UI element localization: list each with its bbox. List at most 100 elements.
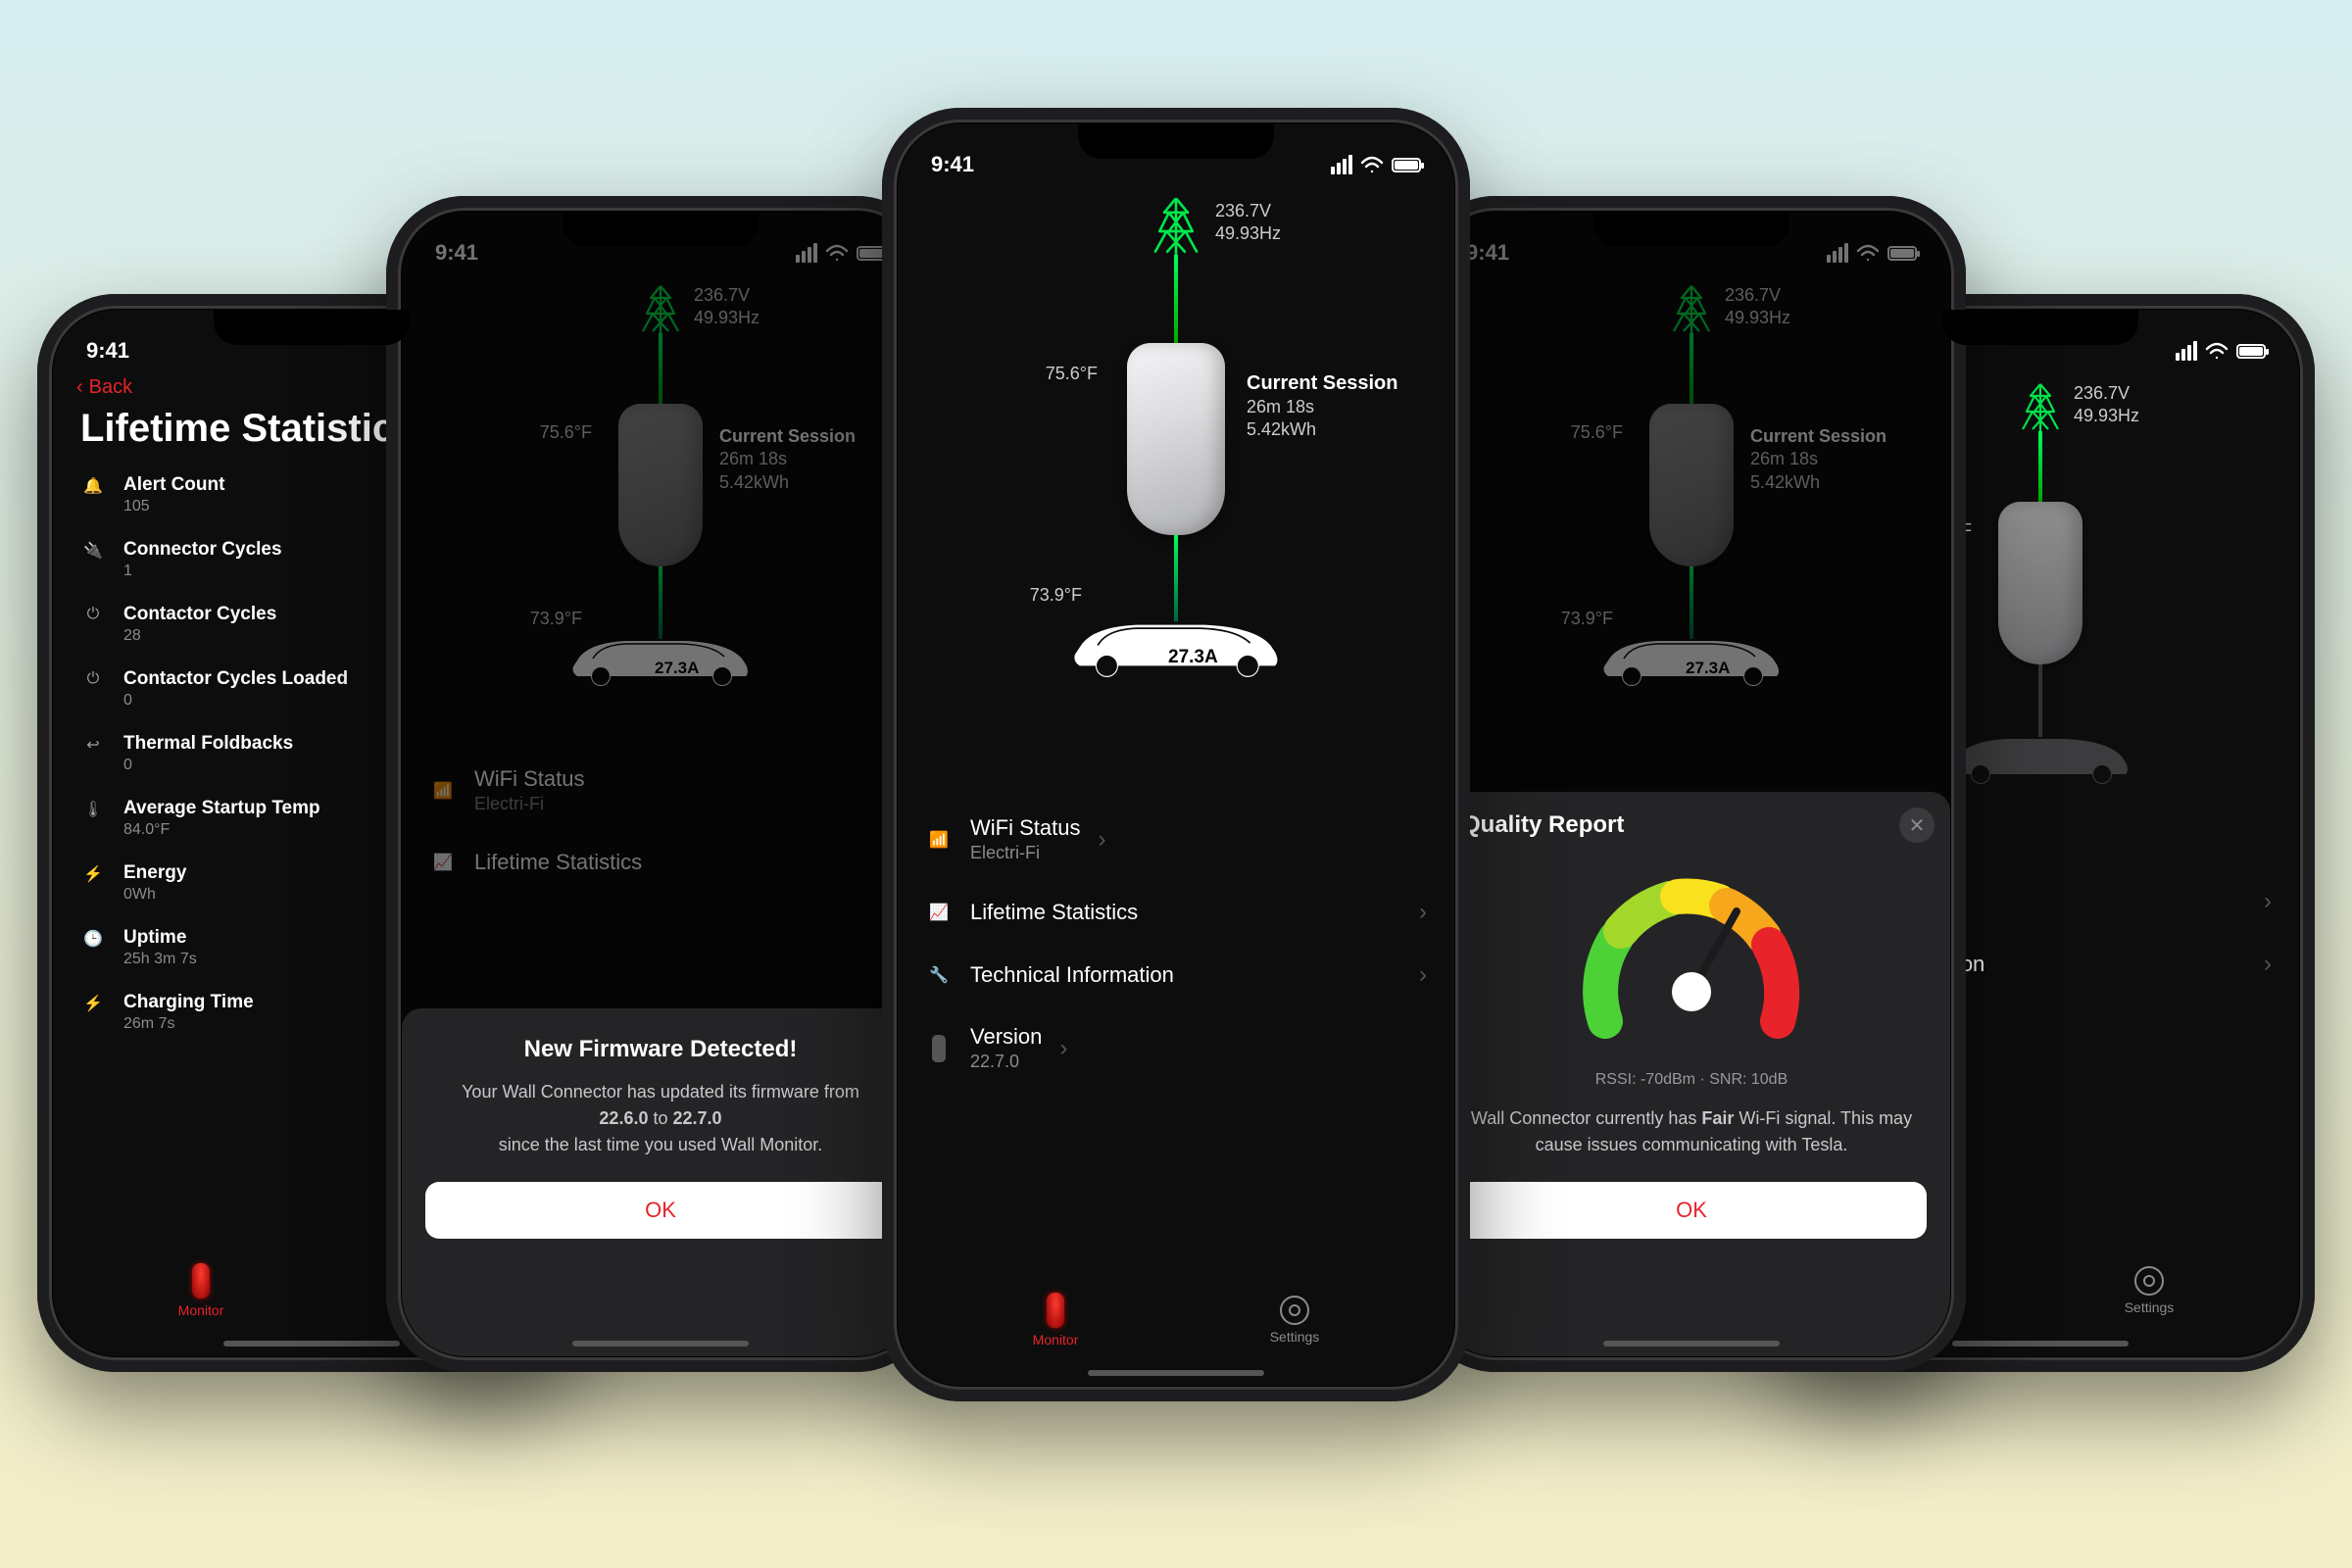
- current-amps: 27.3A: [1168, 647, 1218, 668]
- signal-metrics: RSSI: -70dBm · SNR: 10dB: [1456, 1068, 1927, 1092]
- session-duration: 26m 18s: [719, 448, 856, 470]
- cellular-icon: [796, 243, 817, 263]
- tab-settings[interactable]: Settings: [2125, 1266, 2175, 1315]
- plug-icon: 🔌: [80, 539, 106, 561]
- gear-icon: [1280, 1296, 1309, 1325]
- session-energy: 5.42kWh: [1750, 471, 1886, 494]
- wall-connector: [618, 404, 703, 566]
- grid-frequency: 49.93Hz: [1725, 307, 1790, 329]
- chevron-right-icon: ›: [1419, 899, 1427, 926]
- tab-monitor[interactable]: Monitor: [178, 1263, 224, 1318]
- chart-icon: 📈: [925, 903, 953, 922]
- wall-connector: [1649, 404, 1734, 566]
- session-title: Current Session: [1247, 370, 1397, 396]
- row-lifetime-stats[interactable]: 📈Lifetime Statistics: [402, 832, 919, 893]
- chart-icon: 📈: [429, 853, 457, 872]
- vehicle-wire: [1174, 535, 1178, 621]
- home-indicator[interactable]: [572, 1341, 749, 1347]
- grid-pylon: [2021, 382, 2060, 433]
- session-energy: 5.42kWh: [1247, 418, 1397, 441]
- wifi-icon: 📶: [925, 830, 953, 850]
- ok-button[interactable]: OK: [1456, 1182, 1927, 1239]
- vehicle-wire: [2038, 664, 2042, 737]
- tab-bar: Monitor Settings: [898, 1276, 1454, 1364]
- switch-icon: ⏻: [80, 604, 106, 623]
- grid-frequency: 49.93Hz: [694, 307, 760, 329]
- switch-loaded-icon: ⏻: [80, 668, 106, 688]
- battery-icon: [2236, 344, 2266, 359]
- row-wifi-status[interactable]: 📶WiFi StatusElectri-Fi: [402, 749, 919, 832]
- grid-pylon: [1152, 196, 1200, 257]
- vehicle-wire: [659, 566, 662, 639]
- clock: 9:41: [1466, 240, 1509, 266]
- clock-icon: 🕒: [80, 927, 106, 949]
- wall-connector: [1127, 343, 1225, 535]
- bolt-icon: ⚡: [80, 862, 106, 884]
- wifi-icon: 📶: [429, 781, 457, 801]
- gear-icon: [2134, 1266, 2164, 1296]
- grid-voltage: 236.7V: [1215, 200, 1281, 222]
- bolt-icon: ⚡: [80, 992, 106, 1013]
- wifi-icon: [2205, 341, 2229, 361]
- vehicle-wire: [1690, 566, 1693, 639]
- session-title: Current Session: [1750, 425, 1886, 448]
- connector-temp: 75.6°F: [540, 421, 592, 444]
- wrench-icon: 🔧: [925, 965, 953, 985]
- grid-wire: [1690, 333, 1693, 404]
- battery-icon: [1392, 158, 1421, 172]
- modal-title: New Firmware Detected!: [425, 1036, 896, 1063]
- connector-temp: 75.6°F: [1046, 363, 1098, 385]
- session-duration: 26m 18s: [1750, 448, 1886, 470]
- bell-icon: 🔔: [80, 474, 106, 496]
- row-technical-info[interactable]: 🔧 Technical Information ›: [898, 944, 1454, 1006]
- handle-temp: 73.9°F: [1030, 584, 1082, 607]
- grid-voltage: 236.7V: [1725, 284, 1790, 307]
- chevron-right-icon: ›: [1419, 961, 1427, 989]
- return-icon: ↩: [80, 733, 106, 755]
- battery-icon: [1887, 246, 1917, 261]
- tab-monitor[interactable]: Monitor: [1033, 1293, 1079, 1348]
- tab-settings[interactable]: Settings: [1270, 1296, 1320, 1345]
- home-indicator[interactable]: [1952, 1341, 2129, 1347]
- cellular-icon: [1827, 243, 1848, 263]
- home-indicator[interactable]: [1603, 1341, 1780, 1347]
- cellular-icon: [1331, 155, 1352, 174]
- cellular-icon: [2176, 341, 2197, 361]
- grid-frequency: 49.93Hz: [2074, 405, 2139, 427]
- chevron-right-icon: ›: [1098, 826, 1105, 854]
- ok-button[interactable]: OK: [425, 1182, 896, 1239]
- close-button[interactable]: ✕: [1899, 808, 1935, 843]
- monitor-icon: [192, 1263, 210, 1298]
- current-amps: 27.3A: [1686, 659, 1730, 678]
- home-indicator[interactable]: [223, 1341, 400, 1347]
- vehicle-icon: [1947, 729, 2133, 784]
- firmware-modal: New Firmware Detected! Your Wall Connect…: [402, 1008, 919, 1356]
- home-indicator[interactable]: [1088, 1370, 1264, 1376]
- clock: 9:41: [931, 152, 974, 177]
- chevron-right-icon: ›: [2264, 888, 2272, 915]
- row-lifetime-stats[interactable]: 📈 Lifetime Statistics ›: [898, 881, 1454, 944]
- wifi-quality-modal: ✕ Quality Report RSSI: -70dBm · SNR: 10d…: [1433, 792, 1950, 1356]
- vehicle-icon: [1068, 613, 1284, 678]
- row-version[interactable]: Version22.7.0 ›: [898, 1006, 1454, 1090]
- grid-wire: [659, 333, 662, 404]
- handle-temp: 73.9°F: [1561, 608, 1613, 630]
- chevron-right-icon: ›: [1059, 1035, 1067, 1062]
- grid-pylon: [1672, 284, 1711, 335]
- chevron-left-icon: ‹: [76, 376, 83, 399]
- grid-pylon: [641, 284, 680, 335]
- chevron-right-icon: ›: [2264, 951, 2272, 978]
- session-duration: 26m 18s: [1247, 396, 1397, 418]
- modal-title: Quality Report: [1456, 811, 1927, 839]
- connector-icon: [925, 1035, 953, 1062]
- wifi-icon: [1856, 243, 1880, 263]
- session-title: Current Session: [719, 425, 856, 448]
- thermometer-icon: 🌡: [80, 798, 106, 819]
- handle-temp: 73.9°F: [530, 608, 582, 630]
- monitor-icon: [1047, 1293, 1064, 1328]
- grid-frequency: 49.93Hz: [1215, 222, 1281, 245]
- wifi-icon: [825, 243, 849, 263]
- modal-body: Your Wall Connector has updated its firm…: [425, 1079, 896, 1158]
- row-wifi-status[interactable]: 📶 WiFi StatusElectri-Fi ›: [898, 798, 1454, 881]
- connector-temp: 75.6°F: [1571, 421, 1623, 444]
